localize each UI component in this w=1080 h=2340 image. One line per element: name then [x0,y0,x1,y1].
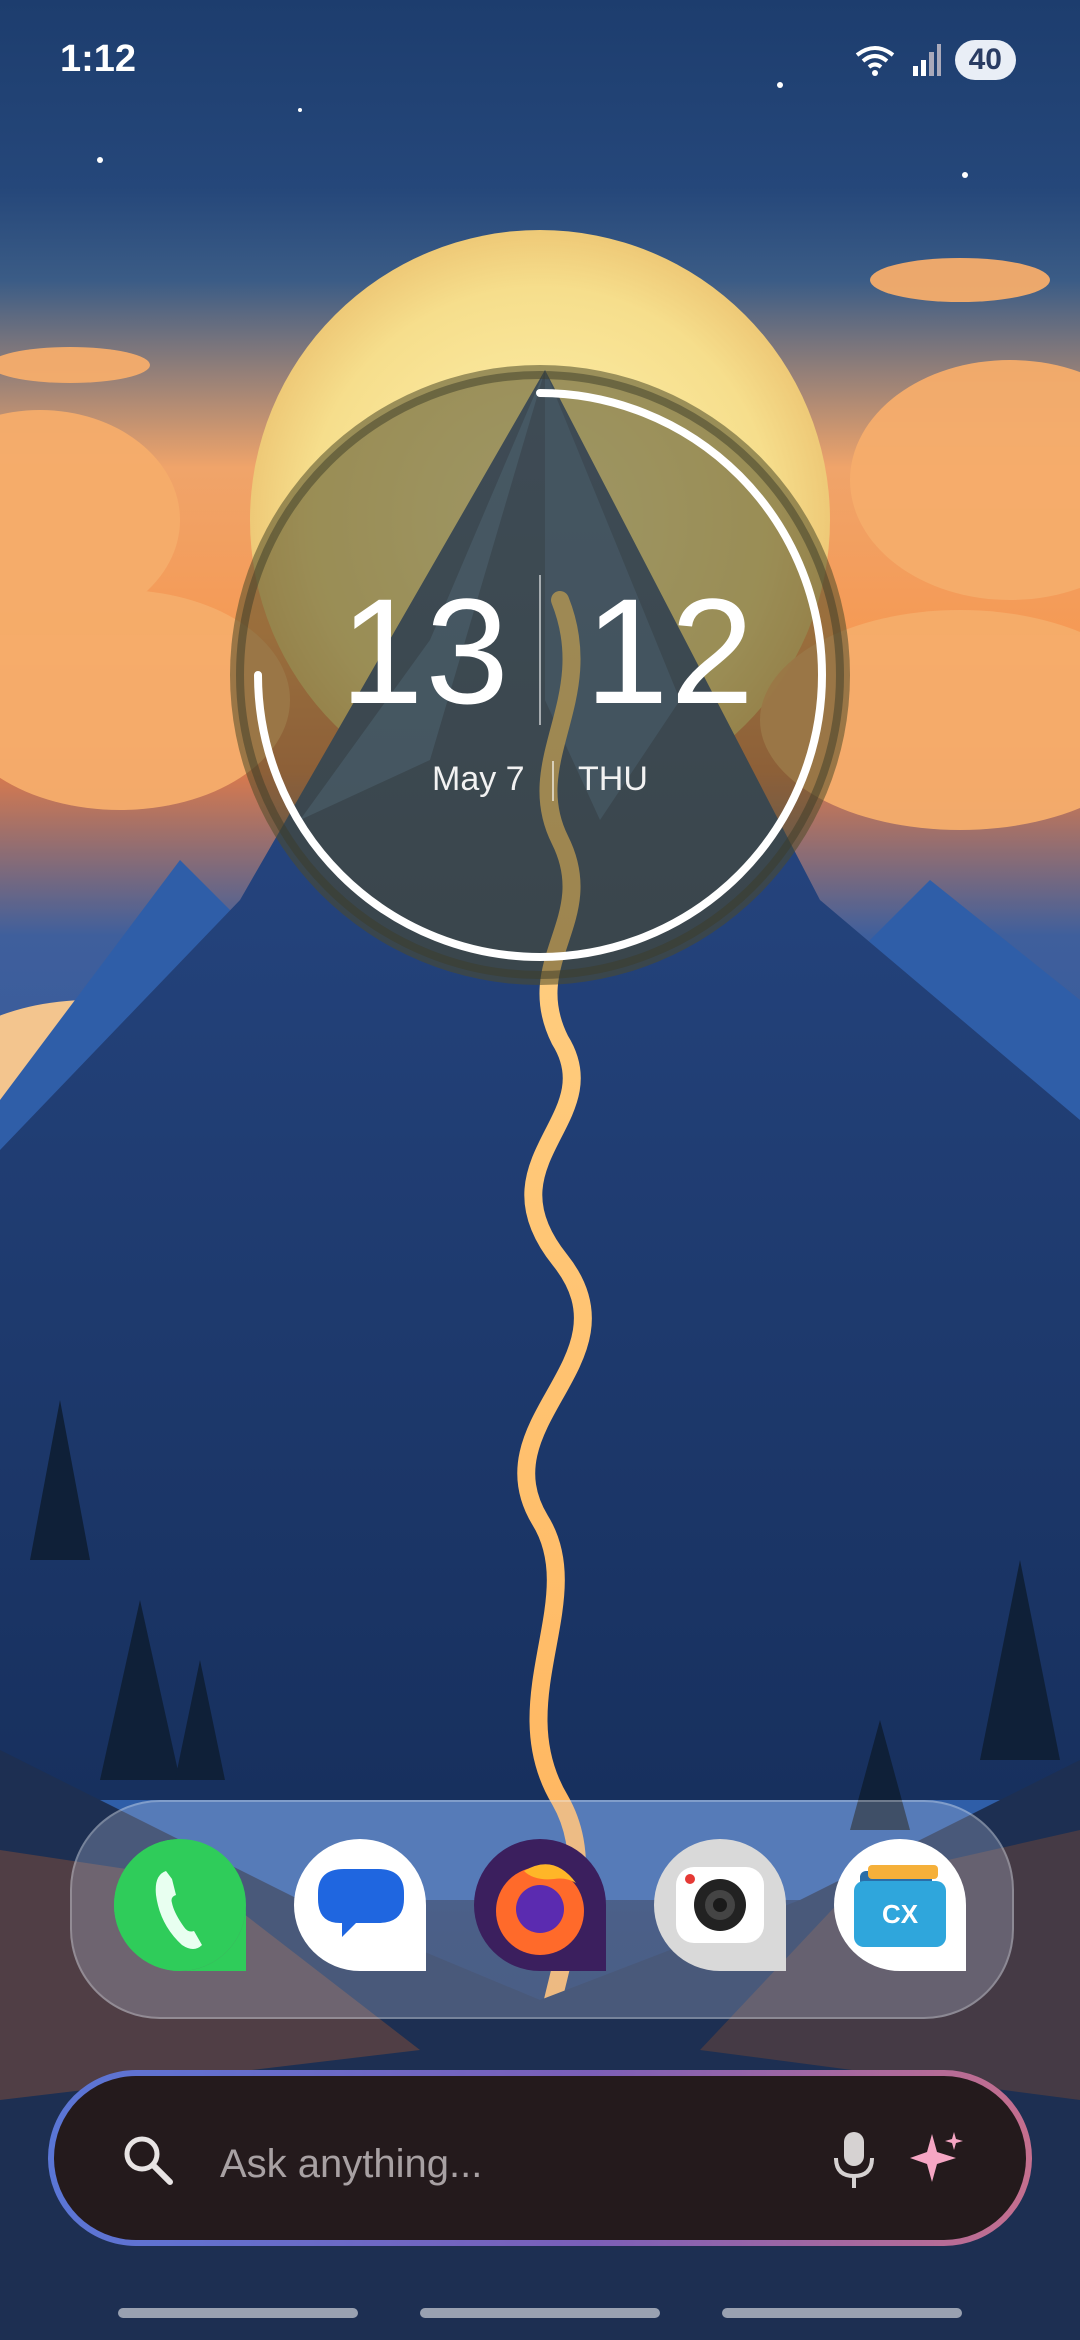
battery-level: 40 [954,40,1016,80]
app-camera[interactable] [650,1835,790,1975]
firefox-icon [474,1839,606,1971]
folder-icon: CX [834,1839,966,1971]
search-input[interactable]: Ask anything... [220,2142,482,2187]
search-icon [124,2136,173,2185]
nav-hint-right [722,2308,962,2318]
clock-divider [539,575,541,725]
app-firefox[interactable] [470,1835,610,1975]
clock-widget[interactable]: 13 12 May 7 THU [230,365,850,985]
date-divider [552,761,554,801]
signal-icon [912,44,941,76]
nav-hint-center[interactable] [420,2308,660,2318]
home-screen: 1:12 40 13 12 May 7 THU CX Ask anything.… [0,0,1080,2340]
clock-minute: 12 [585,567,756,735]
file-manager-badge: CX [882,1899,919,1929]
camera-icon [654,1839,786,1971]
nav-hint-left [118,2308,358,2318]
clock-hour: 13 [340,567,511,735]
wifi-icon [855,46,894,76]
sparkle-icon[interactable] [906,2128,968,2190]
status-time: 1:12 [60,38,137,80]
status-bar: 1:12 40 [0,0,1080,120]
status-icons: 40 [853,40,1016,80]
messages-icon [294,1839,426,1971]
search-bar-inner: Ask anything... [54,2076,1026,2240]
clock-date: May 7 [432,760,525,798]
phone-icon [114,1839,246,1971]
app-file-manager[interactable]: CX [830,1835,970,1975]
search-bar[interactable]: Ask anything... [48,2070,1032,2246]
clock-weekday: THU [578,760,648,798]
app-messages[interactable] [290,1835,430,1975]
app-phone[interactable] [110,1835,250,1975]
mic-icon[interactable] [830,2130,878,2192]
